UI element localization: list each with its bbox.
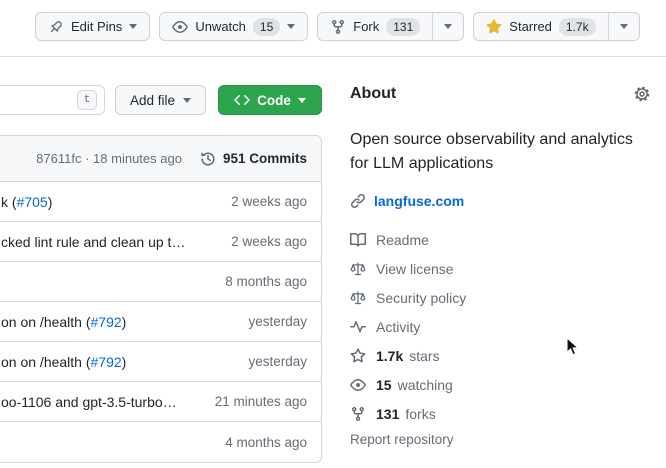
website-link[interactable]: langfuse.com: [350, 193, 650, 209]
link-icon: [350, 193, 366, 209]
file-row[interactable]: cked lint rule and clean up t… 2 weeks a…: [0, 222, 321, 262]
edit-pins-button[interactable]: Edit Pins: [35, 12, 150, 41]
commit-hash-time[interactable]: 87611fc · 18 minutes ago: [36, 151, 182, 166]
stars-link[interactable]: 1.7k stars: [350, 341, 650, 370]
starred-button[interactable]: Starred 1.7k: [474, 13, 607, 40]
file-row[interactable]: on on /health (#792) yesterday: [0, 342, 321, 382]
edit-pins-label: Edit Pins: [71, 19, 122, 34]
code-icon: [234, 92, 250, 108]
chevron-down-icon: [287, 24, 295, 29]
forks-link[interactable]: 131 forks: [350, 399, 650, 428]
fork-label: Fork: [353, 19, 379, 34]
commit-date: 8 months ago: [225, 274, 307, 289]
pulse-icon: [350, 319, 366, 335]
commit-message[interactable]: cked lint rule and clean up t…: [1, 234, 185, 250]
file-row[interactable]: 8 months ago: [0, 262, 321, 302]
chevron-down-icon: [444, 24, 452, 29]
starred-label: Starred: [509, 19, 552, 34]
header-divider: [0, 56, 666, 57]
settings-button[interactable]: [634, 86, 650, 102]
commit-date: 4 months ago: [225, 435, 307, 450]
book-icon: [350, 232, 366, 248]
unwatch-label: Unwatch: [195, 19, 246, 34]
chevron-down-icon: [620, 24, 628, 29]
readme-link[interactable]: Readme: [350, 225, 650, 254]
about-sidebar: About Open source observability and anal…: [350, 84, 650, 447]
commit-message[interactable]: k (#705): [1, 194, 52, 210]
star-icon: [350, 348, 366, 364]
pin-icon: [48, 19, 64, 35]
watching-link[interactable]: 15 watching: [350, 370, 650, 399]
about-title: About: [350, 84, 396, 104]
law-icon: [350, 261, 366, 277]
issue-link[interactable]: #705: [17, 194, 48, 210]
fork-button[interactable]: Fork 131: [318, 13, 432, 40]
law-icon: [350, 290, 366, 306]
latest-commit-bar: 87611fc · 18 minutes ago 951 Commits: [0, 136, 321, 182]
commits-count: 951 Commits: [223, 151, 307, 166]
fork-icon: [350, 406, 366, 422]
chevron-down-icon: [298, 98, 306, 103]
unwatch-button[interactable]: Unwatch 15: [159, 12, 308, 41]
repo-description: Open source observability and analytics …: [350, 128, 650, 176]
stars-count-badge: 1.7k: [559, 18, 596, 36]
commit-date: 2 weeks ago: [231, 194, 307, 209]
commit-date: 21 minutes ago: [215, 394, 307, 409]
forks-count-badge: 131: [386, 18, 420, 36]
chevron-down-icon: [129, 24, 137, 29]
file-row[interactable]: on on /health (#792) yesterday: [0, 302, 321, 342]
commit-date: 2 weeks ago: [231, 234, 307, 249]
eye-icon: [172, 19, 188, 35]
file-table: 87611fc · 18 minutes ago 951 Commits k (…: [0, 135, 322, 463]
gear-icon: [634, 86, 650, 102]
issue-link[interactable]: #792: [91, 314, 122, 330]
add-file-label: Add file: [130, 93, 175, 108]
report-repository-link[interactable]: Report repository: [350, 432, 650, 447]
issue-link[interactable]: #792: [91, 354, 122, 370]
about-links-list: Readme View license Security policy Acti…: [350, 225, 650, 428]
eye-icon: [350, 377, 366, 393]
commit-message[interactable]: oo-1106 and gpt-3.5-turbo…: [1, 394, 177, 410]
fork-icon: [330, 19, 346, 35]
file-row[interactable]: oo-1106 and gpt-3.5-turbo… 21 minutes ag…: [0, 382, 321, 422]
fork-dropdown-button[interactable]: [432, 13, 463, 40]
github-repo-page: Edit Pins Unwatch 15 Fork 131: [0, 0, 666, 468]
fork-split-button: Fork 131: [317, 12, 464, 41]
history-icon: [200, 151, 216, 167]
repo-action-bar: Edit Pins Unwatch 15 Fork 131: [35, 12, 640, 41]
goto-shortcut-key: t: [77, 90, 97, 110]
activity-link[interactable]: Activity: [350, 312, 650, 341]
commit-date: yesterday: [248, 314, 307, 329]
file-row[interactable]: k (#705) 2 weeks ago: [0, 182, 321, 222]
watchers-count-badge: 15: [253, 18, 280, 36]
security-policy-link[interactable]: Security policy: [350, 283, 650, 312]
star-fill-icon: [486, 19, 502, 35]
star-split-button: Starred 1.7k: [473, 12, 639, 41]
commit-date: yesterday: [248, 354, 307, 369]
go-to-file-input[interactable]: t: [0, 85, 105, 115]
chevron-down-icon: [183, 98, 191, 103]
view-license-link[interactable]: View license: [350, 254, 650, 283]
add-file-button[interactable]: Add file: [115, 85, 206, 115]
code-button[interactable]: Code: [218, 85, 322, 115]
code-label: Code: [257, 93, 291, 108]
commit-message[interactable]: on on /health (#792): [1, 314, 126, 330]
star-dropdown-button[interactable]: [608, 13, 639, 40]
commit-history-link[interactable]: 951 Commits: [200, 151, 307, 167]
commit-message[interactable]: on on /health (#792): [1, 354, 126, 370]
file-row[interactable]: 4 months ago: [0, 422, 321, 462]
website-url[interactable]: langfuse.com: [374, 193, 464, 209]
